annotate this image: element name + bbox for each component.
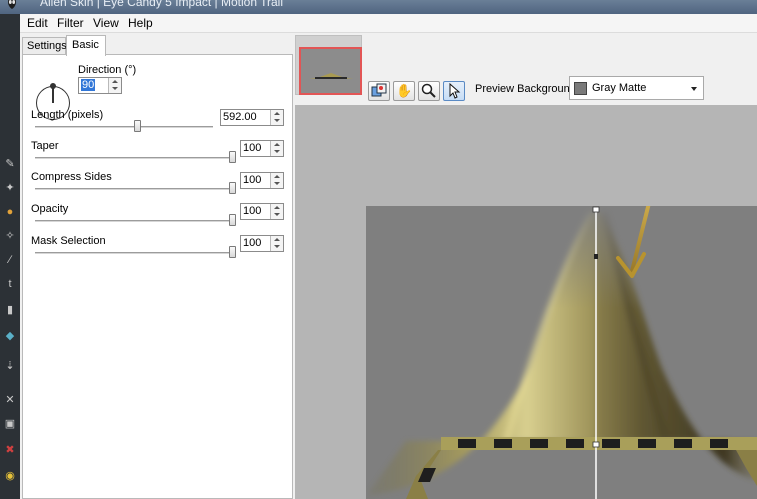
taper-value[interactable]: 100 (243, 142, 261, 154)
menu-bar: Edit Filter View Help (20, 14, 757, 33)
layer-icon[interactable]: ◆ (4, 330, 16, 342)
compress-sides-value[interactable]: 100 (243, 174, 261, 186)
length-slider-thumb[interactable] (134, 120, 142, 132)
mask-selection-value[interactable]: 100 (243, 237, 261, 249)
trail-start-handle[interactable] (592, 206, 600, 213)
tab-basic[interactable]: Basic (66, 35, 106, 56)
preview-background-label: Preview Background: (475, 83, 579, 95)
length-label: Length (pixels) (31, 109, 104, 121)
window-title: Alien Skin | Eye Candy 5 Impact | Motion… (40, 0, 284, 9)
navigator-thumbnail[interactable] (295, 35, 362, 95)
direction-label: Direction (°) (78, 64, 137, 76)
length-slider[interactable] (35, 126, 213, 128)
basic-tab-page: Direction (°) 90 Length (pixels) 592.00 … (22, 54, 293, 499)
before-after-icon (371, 83, 387, 97)
zoom-tool-button[interactable] (418, 81, 440, 101)
mask-selection-spinner[interactable] (270, 236, 283, 251)
menu-view[interactable]: View (92, 16, 120, 30)
menu-edit[interactable]: Edit (26, 16, 49, 30)
preview-workspace[interactable] (295, 105, 757, 499)
compress-sides-slider[interactable] (35, 188, 233, 190)
taper-spinner[interactable] (270, 141, 283, 156)
opacity-input[interactable]: 100 (240, 203, 284, 220)
settings-panel: Settings Direction (°) 90 Length (pixels… (20, 33, 295, 499)
compress-sides-input[interactable]: 100 (240, 172, 284, 189)
mask-selection-label: Mask Selection (31, 235, 106, 247)
wand-icon[interactable]: ✧ (4, 230, 16, 242)
menu-filter[interactable]: Filter (56, 16, 85, 30)
zoom-icon (421, 83, 436, 98)
tab-settings[interactable]: Settings (22, 37, 67, 55)
preview-background-select[interactable]: Gray Matte (569, 76, 704, 100)
taper-input[interactable]: 100 (240, 140, 284, 157)
compress-sides-slider-thumb[interactable] (229, 182, 236, 194)
chevron-down-icon[interactable] (691, 87, 697, 91)
pointer-icon (449, 82, 461, 99)
opacity-slider[interactable] (35, 220, 233, 222)
picture-icon[interactable]: ▣ (4, 418, 16, 430)
taper-slider-thumb[interactable] (229, 151, 236, 163)
trail-end-handle[interactable] (592, 441, 600, 448)
preview-toolbar: ✋ Preview Background: Gray Matte (295, 33, 757, 105)
background-app-toolstrip: ✎ ✦ ● ✧ ∕ t ▮ ◆ ⇣ ✕ ▣ ✖ ◉ (0, 14, 20, 499)
pen-icon[interactable]: ∕ (4, 254, 16, 266)
hand-icon: ✋ (396, 83, 413, 98)
bucket-icon[interactable]: ◉ (4, 470, 16, 482)
length-input[interactable]: 592.00 (220, 109, 284, 126)
arrow-down-icon[interactable]: ⇣ (4, 360, 16, 372)
length-value[interactable]: 592.00 (223, 111, 257, 123)
opacity-label: Opacity (31, 203, 69, 215)
direction-input[interactable]: 90 (78, 77, 122, 94)
cross-icon[interactable]: ✕ (4, 394, 16, 406)
text-tool-icon[interactable]: t (4, 278, 16, 290)
direction-value[interactable]: 90 (81, 79, 96, 91)
preview-canvas[interactable] (366, 206, 757, 499)
hand-tool-button[interactable]: ✋ (393, 81, 415, 101)
pointer-tool-button[interactable] (443, 81, 465, 101)
tool-orange-icon[interactable]: ● (4, 206, 16, 218)
opacity-slider-thumb[interactable] (229, 214, 236, 226)
menu-help[interactable]: Help (127, 16, 154, 30)
dial-knob[interactable] (50, 83, 56, 89)
alien-skin-logo-icon (8, 0, 16, 9)
brush-icon[interactable]: ✎ (4, 158, 16, 170)
mask-selection-input[interactable]: 100 (240, 235, 284, 252)
opacity-spinner[interactable] (270, 204, 283, 219)
length-spinner[interactable] (270, 110, 283, 125)
shape-icon[interactable]: ▮ (4, 304, 16, 316)
red-tool-icon[interactable]: ✖ (4, 444, 16, 456)
navigator-view-rectangle[interactable] (299, 47, 362, 95)
taper-slider[interactable] (35, 157, 233, 159)
mask-selection-slider[interactable] (35, 252, 233, 254)
paint-icon[interactable]: ✦ (4, 182, 16, 194)
opacity-value[interactable]: 100 (243, 205, 261, 217)
taper-label: Taper (31, 140, 59, 152)
before-after-button[interactable] (368, 81, 390, 101)
title-bar: Alien Skin | Eye Candy 5 Impact | Motion… (0, 0, 757, 14)
app-window: Alien Skin | Eye Candy 5 Impact | Motion… (0, 0, 757, 499)
color-swatch (574, 82, 587, 95)
direction-spinner[interactable] (108, 78, 121, 93)
compress-sides-label: Compress Sides (31, 171, 112, 183)
navigator-mini-preview (309, 73, 353, 79)
compress-sides-spinner[interactable] (270, 173, 283, 188)
trail-mid-handle[interactable] (594, 254, 598, 259)
motion-trail-preview-image (366, 206, 757, 499)
mask-selection-slider-thumb[interactable] (229, 246, 236, 258)
preview-background-value: Gray Matte (592, 82, 647, 94)
